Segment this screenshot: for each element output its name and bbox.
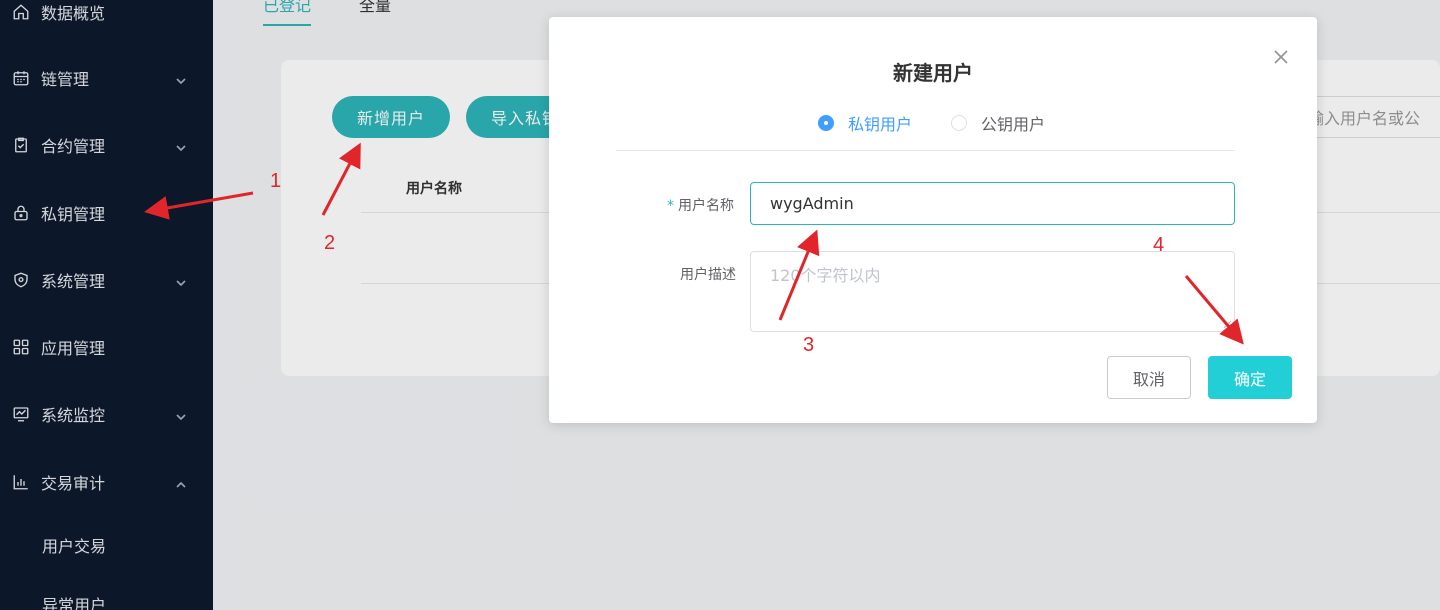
required-mark: * xyxy=(667,198,674,214)
resize-handle-icon[interactable] xyxy=(1222,319,1232,329)
close-icon[interactable] xyxy=(1273,49,1289,65)
radio-public-key-user[interactable]: 公钥用户 xyxy=(951,111,1045,135)
username-input[interactable]: wygAdmin xyxy=(750,182,1235,225)
username-label: * 用户名称 xyxy=(667,198,734,214)
dialog-divider xyxy=(616,150,1235,151)
description-textarea[interactable]: 120个字符以内 xyxy=(750,251,1235,332)
description-label: 用户描述 xyxy=(680,267,736,283)
description-placeholder: 120个字符以内 xyxy=(770,266,881,285)
dialog-title: 新建用户 xyxy=(893,61,973,85)
new-user-dialog: 新建用户 私钥用户 公钥用户 * 用户名称 wygAdmin 用户描述 120个字… xyxy=(549,17,1317,423)
confirm-button[interactable]: 确定 xyxy=(1208,356,1292,399)
radio-button xyxy=(818,115,834,131)
radio-button xyxy=(951,115,967,131)
radio-private-key-user[interactable]: 私钥用户 xyxy=(818,111,912,135)
cancel-button[interactable]: 取消 xyxy=(1107,356,1191,399)
